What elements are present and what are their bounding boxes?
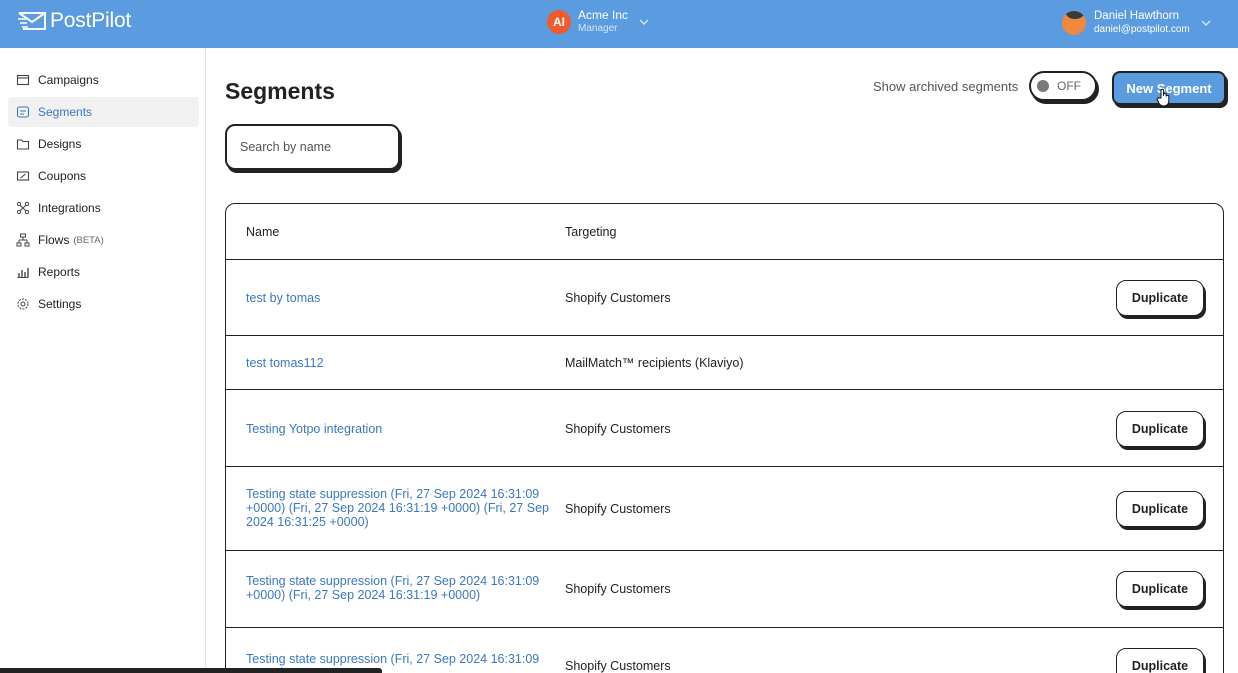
column-header-targeting: Targeting [565, 225, 617, 239]
segments-icon [16, 106, 30, 118]
search-input[interactable] [225, 124, 400, 170]
user-email: daniel@postpilot.com [1094, 24, 1190, 35]
duplicate-button[interactable]: Duplicate [1116, 280, 1204, 316]
org-name: Acme Inc [578, 8, 629, 22]
toggle-knob [1037, 80, 1049, 92]
sidebar-item-reports[interactable]: Reports [8, 257, 199, 287]
sidebar-item-flows[interactable]: Flows (BETA) [8, 225, 199, 255]
table-row: test by tomas Shopify Customers Duplicat… [226, 260, 1223, 336]
segment-targeting: Shopify Customers [565, 291, 671, 305]
user-menu[interactable]: Daniel Hawthorn daniel@postpilot.com [1062, 10, 1212, 36]
chevron-down-icon [1201, 20, 1211, 26]
reports-icon [17, 268, 29, 278]
show-archived-toggle[interactable]: OFF [1029, 71, 1097, 101]
beta-badge: (BETA) [73, 234, 104, 246]
org-avatar: AI [547, 10, 571, 34]
logo[interactable]: PostPilot [18, 9, 131, 33]
table-header-row: Name Targeting [226, 204, 1223, 260]
table-row: Testing Yotpo integration Shopify Custom… [226, 390, 1223, 467]
user-name: Daniel Hawthorn [1094, 10, 1180, 22]
segment-targeting: Shopify Customers [565, 659, 671, 673]
sidebar-item-label: Reports [38, 265, 81, 279]
segment-targeting: Shopify Customers [565, 582, 671, 596]
campaigns-icon [16, 74, 30, 86]
settings-icon [17, 298, 29, 310]
duplicate-button[interactable]: Duplicate [1116, 491, 1204, 527]
horizontal-scrollbar[interactable] [0, 668, 382, 673]
sidebar-item-integrations[interactable]: Integrations [8, 193, 199, 223]
sidebar-item-designs[interactable]: Designs [8, 129, 199, 159]
sidebar-item-settings[interactable]: Settings [8, 289, 199, 319]
table-row: Testing state suppression (Fri, 27 Sep 2… [226, 628, 1223, 673]
segment-name-link[interactable]: Testing Yotpo integration [246, 422, 556, 436]
designs-icon [16, 139, 30, 150]
segment-name-link[interactable]: test by tomas [246, 291, 556, 305]
table-row: test tomas112 MailMatch™ recipients (Kla… [226, 336, 1223, 390]
toggle-state: OFF [1057, 79, 1081, 93]
segment-targeting: Shopify Customers [565, 502, 671, 516]
segment-targeting: Shopify Customers [565, 422, 671, 436]
sidebar-item-coupons[interactable]: Coupons [8, 161, 199, 191]
chevron-down-icon [639, 19, 649, 25]
coupons-icon [16, 171, 30, 181]
segment-targeting: MailMatch™ recipients (Klaviyo) [565, 356, 744, 370]
sidebar-item-label: Settings [38, 297, 82, 311]
show-archived-label: Show archived segments [873, 79, 1019, 94]
avatar [1062, 11, 1086, 35]
page-title: Segments [225, 78, 335, 104]
segments-table: Name Targeting test by tomas Shopify Cus… [225, 203, 1224, 673]
top-bar: PostPilot AI Acme Inc Manager Daniel Haw… [0, 0, 1238, 48]
sidebar-item-campaigns[interactable]: Campaigns [8, 65, 199, 95]
sidebar-item-label: Campaigns [38, 73, 99, 87]
sidebar-item-label: Integrations [38, 201, 101, 215]
segment-name-link[interactable]: Testing state suppression (Fri, 27 Sep 2… [246, 487, 556, 529]
org-role: Manager [578, 23, 618, 34]
integrations-icon [16, 201, 30, 215]
envelope-logo-icon [18, 12, 46, 30]
sidebar-item-label: Flows [38, 233, 70, 247]
column-header-name: Name [246, 225, 280, 239]
segment-name-link[interactable]: test tomas112 [246, 356, 556, 370]
segment-name-link[interactable]: Testing state suppression (Fri, 27 Sep 2… [246, 574, 556, 602]
duplicate-button[interactable]: Duplicate [1116, 571, 1204, 607]
sidebar: Campaigns Segments Designs Coupons Integ… [0, 48, 206, 673]
organization-switcher[interactable]: AI Acme Inc Manager [547, 9, 650, 35]
duplicate-button[interactable]: Duplicate [1116, 648, 1204, 673]
sidebar-item-label: Segments [38, 105, 93, 119]
sidebar-item-label: Coupons [38, 169, 87, 183]
table-row: Testing state suppression (Fri, 27 Sep 2… [226, 551, 1223, 628]
sidebar-item-segments[interactable]: Segments [8, 97, 199, 127]
table-row: Testing state suppression (Fri, 27 Sep 2… [226, 467, 1223, 551]
duplicate-button[interactable]: Duplicate [1116, 411, 1204, 447]
flows-icon [16, 233, 30, 247]
logo-text: PostPilot [50, 9, 132, 32]
sidebar-item-label: Designs [38, 137, 82, 151]
hand-pointer-icon [1156, 88, 1170, 107]
